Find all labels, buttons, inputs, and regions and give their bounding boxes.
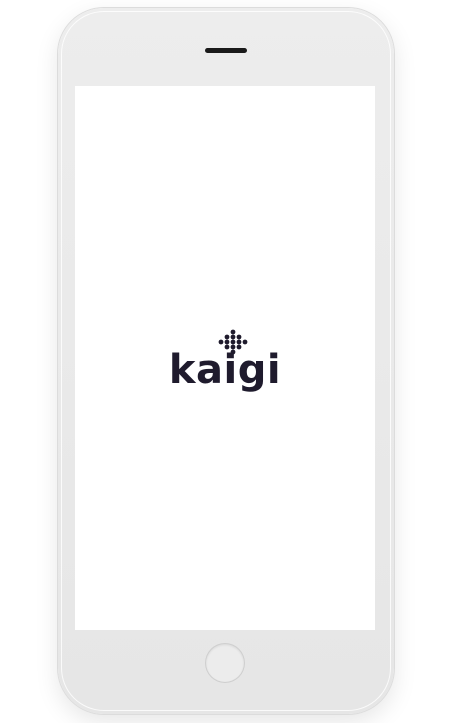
- stage: kaigi: [0, 0, 450, 723]
- logo-wordmark: kaigi: [168, 347, 282, 393]
- home-button-icon[interactable]: [206, 644, 244, 682]
- speaker-grille-icon: [205, 48, 247, 53]
- splash-logo: kaigi: [165, 326, 285, 396]
- app-screen: kaigi: [75, 86, 375, 630]
- phone-frame: kaigi: [58, 8, 394, 714]
